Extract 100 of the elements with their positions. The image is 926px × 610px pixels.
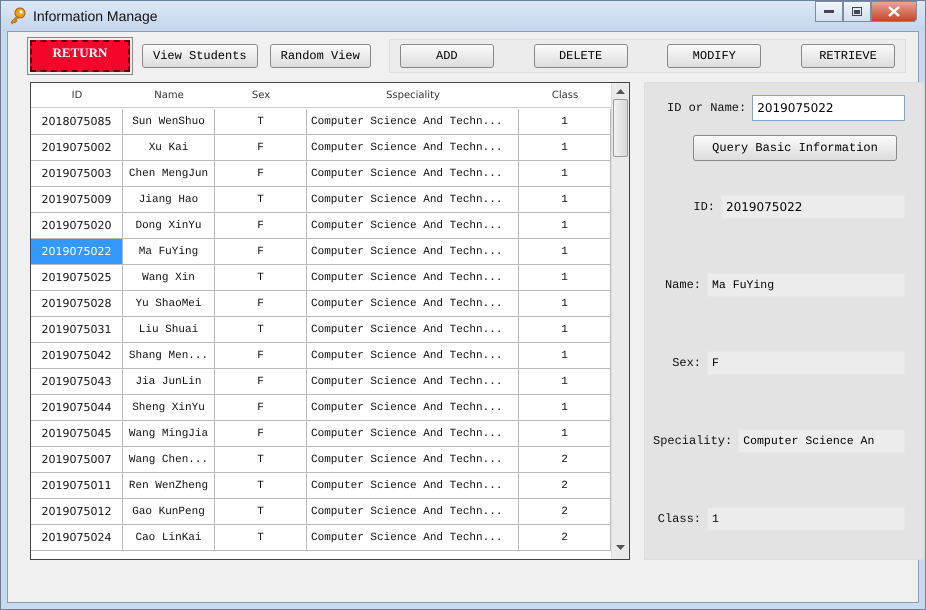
table-cell[interactable]: F: [215, 421, 307, 447]
table-cell[interactable]: Computer Science And Techn...: [307, 369, 519, 395]
table-cell[interactable]: 2019075024: [31, 525, 123, 551]
table-cell[interactable]: 2: [519, 447, 611, 473]
table-cell[interactable]: Computer Science And Techn...: [307, 317, 519, 343]
table-cell[interactable]: 1: [519, 369, 611, 395]
table-cell[interactable]: Computer Science And Techn...: [307, 265, 519, 291]
table-cell[interactable]: F: [215, 369, 307, 395]
table-cell[interactable]: 2019075003: [31, 161, 123, 187]
table-cell[interactable]: Wang MingJia: [123, 421, 215, 447]
table-cell[interactable]: F: [215, 135, 307, 161]
table-cell[interactable]: 2019075012: [31, 499, 123, 525]
id-or-name-field[interactable]: 2019075022: [752, 95, 905, 121]
table-cell[interactable]: 1: [519, 213, 611, 239]
table-cell[interactable]: T: [215, 473, 307, 499]
table-cell[interactable]: 2019075031: [31, 317, 123, 343]
scroll-thumb[interactable]: [613, 99, 628, 157]
table-cell[interactable]: Sheng XinYu: [123, 395, 215, 421]
table-cell[interactable]: 1: [519, 343, 611, 369]
table-cell[interactable]: 2019075007: [31, 447, 123, 473]
action-button[interactable]: DELETE: [534, 44, 628, 68]
table-cell[interactable]: Computer Science And Techn...: [307, 395, 519, 421]
table-cell[interactable]: Liu Shuai: [123, 317, 215, 343]
toolbar-button[interactable]: View Students: [142, 44, 258, 68]
table-cell[interactable]: Computer Science And Techn...: [307, 499, 519, 525]
table-cell[interactable]: Computer Science And Techn...: [307, 291, 519, 317]
table-cell[interactable]: Jia JunLin: [123, 369, 215, 395]
table-cell[interactable]: 2019075002: [31, 135, 123, 161]
table-cell[interactable]: 1: [519, 239, 611, 265]
table-cell[interactable]: 2: [519, 499, 611, 525]
table-cell[interactable]: T: [215, 525, 307, 551]
scroll-up-icon[interactable]: [616, 89, 625, 95]
table-cell[interactable]: 1: [519, 265, 611, 291]
table-cell[interactable]: F: [215, 291, 307, 317]
close-button[interactable]: [871, 1, 917, 22]
table-cell[interactable]: Xu Kai: [123, 135, 215, 161]
table-cell[interactable]: Jiang Hao: [123, 187, 215, 213]
table-cell[interactable]: 1: [519, 317, 611, 343]
table-cell[interactable]: Ma FuYing: [123, 239, 215, 265]
table-cell[interactable]: Wang Chen...: [123, 447, 215, 473]
table-cell[interactable]: T: [215, 109, 307, 135]
table-cell[interactable]: 1: [519, 135, 611, 161]
table-cell[interactable]: 1: [519, 109, 611, 135]
table-cell[interactable]: Yu ShaoMei: [123, 291, 215, 317]
table-cell[interactable]: T: [215, 499, 307, 525]
table-cell[interactable]: 2018075085: [31, 109, 123, 135]
table-cell[interactable]: 2: [519, 525, 611, 551]
table-cell[interactable]: 1: [519, 395, 611, 421]
table-cell[interactable]: F: [215, 239, 307, 265]
table-cell[interactable]: Shang Men...: [123, 343, 215, 369]
scroll-down-icon[interactable]: [616, 545, 625, 551]
table-cell[interactable]: 2019075009: [31, 187, 123, 213]
table-cell[interactable]: 1: [519, 421, 611, 447]
table-cell[interactable]: F: [215, 213, 307, 239]
table-cell[interactable]: 2019075044: [31, 395, 123, 421]
table-cell[interactable]: T: [215, 447, 307, 473]
table-cell[interactable]: 1: [519, 291, 611, 317]
table-cell[interactable]: Sun WenShuo: [123, 109, 215, 135]
table-cell[interactable]: 1: [519, 161, 611, 187]
query-button[interactable]: Query Basic Information: [693, 135, 897, 161]
table-cell[interactable]: Computer Science And Techn...: [307, 473, 519, 499]
action-button[interactable]: RETRIEVE: [801, 44, 895, 68]
table-cell[interactable]: Wang Xin: [123, 265, 215, 291]
table-cell[interactable]: T: [215, 317, 307, 343]
table-cell[interactable]: Computer Science And Techn...: [307, 109, 519, 135]
table-cell[interactable]: Computer Science And Techn...: [307, 187, 519, 213]
table-cell[interactable]: Computer Science And Techn...: [307, 239, 519, 265]
table-cell[interactable]: Computer Science And Techn...: [307, 161, 519, 187]
table-cell[interactable]: Computer Science And Techn...: [307, 421, 519, 447]
table-cell[interactable]: Computer Science And Techn...: [307, 135, 519, 161]
table-cell[interactable]: T: [215, 187, 307, 213]
table-cell[interactable]: F: [215, 161, 307, 187]
table-cell[interactable]: F: [215, 395, 307, 421]
table-cell[interactable]: Computer Science And Techn...: [307, 525, 519, 551]
scrollbar[interactable]: [611, 83, 629, 559]
table-cell[interactable]: 2019075045: [31, 421, 123, 447]
table-cell[interactable]: 2019075020: [31, 213, 123, 239]
table-cell[interactable]: Chen MengJun: [123, 161, 215, 187]
minimize-icon[interactable]: [824, 10, 834, 14]
table-cell[interactable]: T: [215, 265, 307, 291]
table-cell[interactable]: 1: [519, 187, 611, 213]
table-cell[interactable]: Computer Science And Techn...: [307, 447, 519, 473]
table-cell[interactable]: 2019075025: [31, 265, 123, 291]
action-button[interactable]: ADD: [400, 44, 494, 68]
table-cell[interactable]: 2019075043: [31, 369, 123, 395]
table-cell[interactable]: Ren WenZheng: [123, 473, 215, 499]
maximize-icon[interactable]: [852, 7, 862, 16]
table-cell[interactable]: Cao LinKai: [123, 525, 215, 551]
action-button[interactable]: MODIFY: [667, 44, 762, 68]
table-cell[interactable]: Computer Science And Techn...: [307, 343, 519, 369]
maximize-button[interactable]: [843, 1, 871, 22]
table-cell[interactable]: Dong XinYu: [123, 213, 215, 239]
minimize-button[interactable]: [815, 1, 843, 22]
table-cell[interactable]: 2019075042: [31, 343, 123, 369]
table-cell[interactable]: Computer Science And Techn...: [307, 213, 519, 239]
table-cell[interactable]: 2: [519, 473, 611, 499]
table-cell[interactable]: 2019075028: [31, 291, 123, 317]
toolbar-button[interactable]: Random View: [270, 44, 371, 68]
table-cell[interactable]: 2019075011: [31, 473, 123, 499]
table-cell[interactable]: Gao KunPeng: [123, 499, 215, 525]
